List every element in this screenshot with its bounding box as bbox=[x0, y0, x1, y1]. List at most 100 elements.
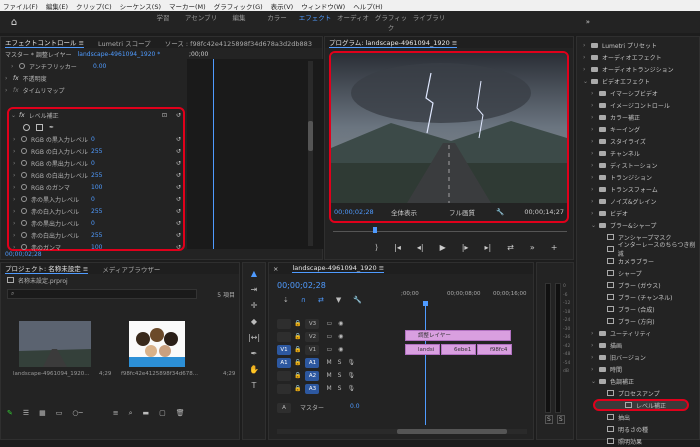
stopwatch-icon[interactable] bbox=[21, 244, 27, 250]
pen-tool-icon[interactable]: ✒ bbox=[251, 349, 258, 358]
workspace-tab[interactable]: オーディオ bbox=[334, 12, 372, 32]
workspace-tab[interactable]: ライブラリ bbox=[410, 12, 448, 32]
sort-icon[interactable]: ≡ bbox=[113, 409, 119, 418]
param-value[interactable]: 255 bbox=[91, 208, 102, 215]
menu-item[interactable]: 編集(E) bbox=[46, 1, 68, 11]
project-item-2-name[interactable]: f98fc42e4125898f34d678... bbox=[121, 371, 198, 377]
effects-folder[interactable]: › トランスフォーム bbox=[577, 183, 699, 195]
stopwatch-icon[interactable] bbox=[21, 136, 27, 142]
param-value[interactable]: 0 bbox=[91, 220, 95, 227]
expand-icon[interactable]: › bbox=[13, 184, 21, 191]
trash-icon[interactable]: 🗑 bbox=[176, 409, 185, 418]
step-forward-icon[interactable]: |▸ bbox=[462, 243, 469, 252]
quality-dropdown[interactable]: フル画質 bbox=[449, 207, 475, 217]
ripple-edit-tool-icon[interactable]: ✛ bbox=[251, 301, 258, 310]
effect-item[interactable]: ブラー (チャンネル) bbox=[577, 291, 699, 303]
new-bin-icon[interactable]: ▬ bbox=[143, 409, 150, 418]
program-scrub-bar[interactable] bbox=[333, 231, 567, 232]
timeline-settings-icon[interactable]: 🔧 bbox=[353, 296, 362, 304]
mute-icon[interactable]: M bbox=[326, 372, 331, 379]
freeform-view-icon[interactable]: ▭ bbox=[56, 409, 63, 418]
expand-icon[interactable]: ⌄ bbox=[583, 78, 591, 85]
track-id[interactable]: A1 bbox=[305, 357, 320, 368]
expand-icon[interactable]: › bbox=[583, 42, 591, 49]
expand-icon[interactable]: › bbox=[13, 160, 21, 167]
reset-icon[interactable]: ↺ bbox=[176, 148, 181, 155]
expand-icon[interactable]: › bbox=[591, 342, 599, 349]
lock-icon[interactable]: 🔒 bbox=[294, 333, 301, 340]
effects-folder[interactable]: ⌄ ビデオエフェクト bbox=[577, 75, 699, 87]
effects-folder[interactable]: › カラー補正 bbox=[577, 111, 699, 123]
program-playhead[interactable] bbox=[373, 227, 377, 233]
effect-item[interactable]: 照明効果 bbox=[577, 435, 699, 447]
zoom-dropdown[interactable]: 全体表示 bbox=[391, 207, 417, 217]
mini-playhead[interactable] bbox=[213, 59, 214, 249]
stopwatch-icon[interactable] bbox=[21, 208, 27, 214]
effect-item[interactable]: ブラー (合成) bbox=[577, 303, 699, 315]
workspace-tab[interactable]: グラフィック bbox=[372, 12, 410, 32]
list-view-icon[interactable]: ☰ bbox=[23, 409, 29, 418]
param-value[interactable]: 100 bbox=[91, 244, 102, 251]
track-select-tool-icon[interactable]: ⇥ bbox=[251, 285, 258, 294]
effects-folder[interactable]: › ディストーション bbox=[577, 159, 699, 171]
more-controls-icon[interactable]: » bbox=[530, 243, 535, 252]
effect-controls-tab[interactable]: ソース : f98fc42e4125898f34d678a3d2db883 bbox=[165, 38, 312, 48]
pen-mask-icon[interactable]: ✒ bbox=[49, 124, 54, 131]
stopwatch-icon[interactable] bbox=[21, 172, 27, 178]
reset-icon[interactable]: ↺ bbox=[176, 244, 181, 251]
menu-item[interactable]: マーカー(M) bbox=[169, 1, 206, 11]
track-id[interactable]: A3 bbox=[305, 383, 320, 394]
reset-icon[interactable]: ↺ bbox=[176, 160, 181, 167]
razor-tool-icon[interactable]: ◆ bbox=[251, 317, 257, 326]
stopwatch-icon[interactable] bbox=[19, 63, 25, 69]
export-frame-icon[interactable]: ⇄ bbox=[507, 243, 514, 252]
expand-icon[interactable]: › bbox=[591, 330, 599, 337]
workspace-tab[interactable]: アセンブリ bbox=[182, 12, 220, 32]
effects-folder[interactable]: › ユーティリティ bbox=[577, 327, 699, 339]
expand-icon[interactable]: › bbox=[591, 126, 599, 133]
track-id[interactable]: V3 bbox=[305, 318, 320, 329]
adjustment-layer-clip[interactable]: 調整レイヤー bbox=[405, 330, 511, 341]
reset-icon[interactable]: ↺ bbox=[176, 220, 181, 227]
type-tool-icon[interactable]: T bbox=[252, 381, 257, 390]
stopwatch-icon[interactable] bbox=[21, 184, 27, 190]
effect-item[interactable]: ブラー (ガウス) bbox=[577, 279, 699, 291]
param-value[interactable]: 0 bbox=[91, 136, 95, 143]
stopwatch-icon[interactable] bbox=[21, 196, 27, 202]
track-id[interactable]: V2 bbox=[305, 331, 320, 342]
mini-timeline[interactable] bbox=[187, 59, 324, 249]
sync-lock-icon[interactable]: ▭ bbox=[326, 333, 332, 340]
expand-icon[interactable]: › bbox=[583, 54, 591, 61]
snap-icon[interactable]: ∩ bbox=[301, 296, 306, 304]
menu-item[interactable]: グラフィック(G) bbox=[214, 1, 263, 11]
source-patch[interactable] bbox=[277, 370, 291, 381]
param-value[interactable]: 255 bbox=[91, 232, 102, 239]
menu-item[interactable]: クリップ(C) bbox=[76, 1, 112, 11]
effects-folder[interactable]: › ビデオ bbox=[577, 207, 699, 219]
expand-icon[interactable]: › bbox=[13, 136, 21, 143]
mic-icon[interactable]: 🎙 bbox=[347, 385, 355, 392]
meter-solo-button[interactable]: S bbox=[556, 415, 565, 424]
expand-icon[interactable]: › bbox=[591, 162, 599, 169]
source-patch[interactable] bbox=[277, 383, 291, 394]
sync-lock-icon[interactable]: ▭ bbox=[326, 346, 332, 353]
workspace-more-button[interactable]: » bbox=[586, 18, 590, 26]
project-item-1-name[interactable]: landscape-4961094_1920... bbox=[13, 371, 89, 377]
play-icon[interactable]: ▶ bbox=[440, 243, 446, 252]
param-value[interactable]: 0 bbox=[91, 196, 95, 203]
expand-icon[interactable]: › bbox=[591, 90, 599, 97]
track-header[interactable]: 🔒 A3 M S 🎙 bbox=[277, 382, 527, 395]
effects-folder[interactable]: › スタイライズ bbox=[577, 135, 699, 147]
effects-folder[interactable]: › 描画 bbox=[577, 339, 699, 351]
reset-icon[interactable]: ↺ bbox=[176, 196, 181, 203]
expand-icon[interactable]: › bbox=[13, 148, 21, 155]
track-header[interactable]: A1 🔒 A1 M S 🎙 bbox=[277, 356, 527, 369]
effects-folder[interactable]: › 旧バージョン bbox=[577, 351, 699, 363]
param-value[interactable]: 100 bbox=[91, 184, 102, 191]
lock-icon[interactable]: 🔒 bbox=[294, 359, 301, 366]
expand-icon[interactable]: › bbox=[13, 196, 21, 203]
go-to-out-icon[interactable]: ▸| bbox=[484, 243, 491, 252]
source-patch[interactable]: A1 bbox=[277, 357, 291, 368]
timeline-tab[interactable]: landscape-4961094_1920 ≡ bbox=[292, 264, 385, 273]
reset-icon[interactable]: ↺ bbox=[176, 208, 181, 215]
